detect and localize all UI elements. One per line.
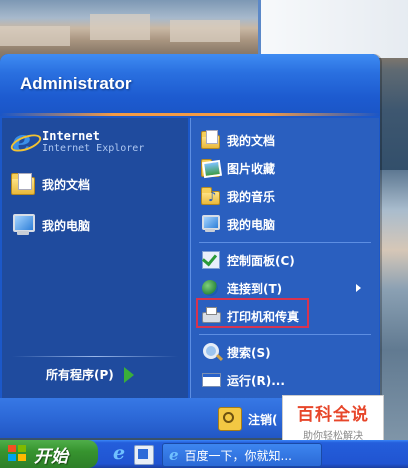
control-panel-icon — [201, 250, 221, 270]
menu-item-control-panel[interactable]: 控制面板(C) — [201, 250, 295, 270]
menu-item-label: 控制面板(C) — [227, 253, 295, 268]
right-pane-divider — [199, 334, 371, 335]
start-menu-right-pane: 我的文档 图片收藏 ♪ 我的音乐 我的电脑 控制面板(C) 连接到(T) 打印机… — [190, 118, 379, 398]
start-menu-left-pane: e Internet Internet Explorer 我的文档 我的电脑 所… — [2, 118, 188, 398]
start-menu: Administrator e Internet Internet Explor… — [0, 54, 380, 438]
pinned-item-label: 我的文档 — [42, 177, 91, 192]
watermark-title: 百科全说 — [297, 405, 369, 425]
menu-item-my-music[interactable]: ♪ 我的音乐 — [201, 186, 275, 206]
menu-item-label: 运行(R)... — [227, 373, 285, 388]
green-arrow-icon — [123, 366, 134, 383]
menu-item-label: 我的文档 — [227, 133, 276, 148]
pinned-my-computer[interactable]: 我的电脑 — [10, 212, 90, 238]
background-building — [170, 20, 240, 42]
printer-icon — [201, 306, 221, 326]
menu-item-label: 我的电脑 — [227, 217, 276, 232]
logoff-key-icon — [218, 407, 242, 431]
menu-item-my-documents[interactable]: 我的文档 — [201, 130, 275, 150]
windows-logo-icon — [8, 445, 28, 463]
start-button[interactable]: 开始 — [0, 440, 98, 468]
left-pane-divider — [12, 356, 178, 357]
menu-item-label: 我的音乐 — [227, 189, 276, 204]
menu-item-search[interactable]: 搜索(S) — [201, 342, 271, 362]
taskbar: 开始 e e 百度一下，你就知... — [0, 440, 408, 468]
menu-item-label: 打印机和传真 — [227, 309, 300, 324]
search-icon — [201, 342, 221, 362]
start-label: 开始 — [34, 446, 68, 467]
logoff-label: 注销( — [248, 412, 278, 427]
pinned-item-label: Internet — [42, 128, 100, 143]
quicklaunch-ie-icon[interactable]: e — [112, 442, 130, 464]
menu-item-label: 图片收藏 — [227, 161, 276, 176]
run-icon — [201, 370, 221, 390]
my-computer-icon — [10, 212, 36, 238]
menu-item-my-pictures[interactable]: 图片收藏 — [201, 158, 276, 179]
right-pane-divider — [199, 242, 371, 243]
watermark-logo: 百科全说 助你轻松解决 — [282, 395, 384, 443]
my-pictures-icon — [201, 158, 223, 179]
background-building — [90, 14, 150, 40]
start-menu-header: Administrator — [0, 54, 380, 116]
internet-explorer-icon: e — [169, 446, 179, 464]
menu-item-my-computer[interactable]: 我的电脑 — [201, 214, 275, 234]
background-building — [0, 26, 70, 46]
menu-item-connect-to[interactable]: 连接到(T) — [201, 278, 371, 298]
connect-to-icon — [201, 278, 221, 298]
pinned-item-label: 我的电脑 — [42, 218, 91, 233]
all-programs-label: 所有程序(P) — [46, 368, 114, 382]
menu-item-printers-and-faxes[interactable]: 打印机和传真 — [201, 306, 299, 326]
pinned-item-sublabel: Internet Explorer — [42, 142, 145, 154]
logoff-button[interactable]: 注销( — [218, 407, 278, 431]
background-window — [258, 0, 408, 58]
taskbar-window-label: 百度一下，你就知... — [184, 448, 292, 463]
taskbar-window-button[interactable]: e 百度一下，你就知... — [162, 443, 322, 467]
menu-item-label: 搜索(S) — [227, 345, 271, 360]
menu-item-run[interactable]: 运行(R)... — [201, 370, 285, 390]
my-music-icon: ♪ — [201, 186, 221, 206]
my-documents-icon — [201, 130, 221, 150]
menu-item-label: 连接到(T) — [227, 281, 283, 296]
my-documents-icon — [10, 171, 36, 197]
internet-explorer-icon: e — [8, 127, 44, 157]
pinned-my-documents[interactable]: 我的文档 — [10, 171, 90, 197]
pinned-internet-explorer[interactable]: e Internet Internet Explorer — [8, 127, 145, 157]
user-name: Administrator — [20, 74, 132, 93]
my-computer-icon — [201, 214, 221, 234]
submenu-arrow-icon — [356, 284, 361, 292]
quicklaunch-show-desktop-icon[interactable] — [134, 445, 154, 465]
all-programs-button[interactable]: 所有程序(P) — [46, 366, 134, 383]
